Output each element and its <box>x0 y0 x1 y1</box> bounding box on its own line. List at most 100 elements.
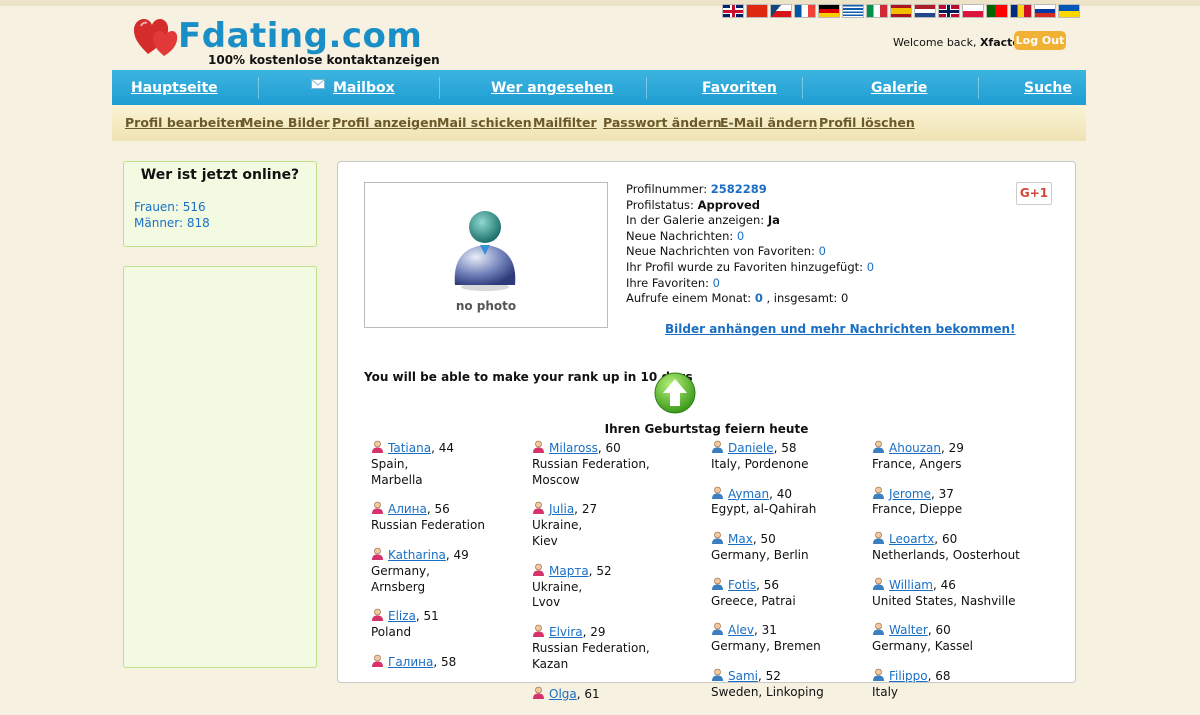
birthday-user-link[interactable]: Ayman <box>728 487 769 501</box>
added-favorites-row: Ihr Profil wurde zu Favoriten hinzugefüg… <box>626 259 875 274</box>
birthday-user-link[interactable]: Elvira <box>549 625 583 639</box>
nav-mailbox[interactable]: Mailbox <box>333 70 395 105</box>
added-favorites-link[interactable]: 0 <box>867 260 874 274</box>
subnav-passwort-aendern[interactable]: Passwort ändern <box>603 105 722 141</box>
views-total: 0 <box>840 291 849 306</box>
birthday-user-location: Russian Federation <box>371 518 485 533</box>
birthday-user-link[interactable]: Галина <box>388 655 433 669</box>
subnav-mail-schicken[interactable]: Mail schicken <box>437 105 532 141</box>
birthday-user-age: 58 <box>781 441 797 455</box>
flag-en-icon[interactable] <box>722 4 744 18</box>
birthday-user-link[interactable]: Ahouzan <box>889 441 941 455</box>
flag-no-icon[interactable] <box>938 4 960 18</box>
profile-number-link[interactable]: 2582289 <box>711 182 767 196</box>
flag-pl-icon[interactable] <box>962 4 984 18</box>
profile-photo-box[interactable]: no photo <box>364 182 608 328</box>
male-user-icon <box>873 486 884 499</box>
flag-ua-icon[interactable] <box>1058 4 1080 18</box>
my-favorites-link[interactable]: 0 <box>713 276 720 290</box>
birthday-user-link[interactable]: Eliza <box>388 609 416 623</box>
birthday-user-link[interactable]: Алина <box>388 502 427 516</box>
birthday-user-link[interactable]: Tatiana <box>388 441 431 455</box>
subnav-profil-loeschen[interactable]: Profil löschen <box>819 105 915 141</box>
birthday-user-link[interactable]: Leoartx <box>889 532 934 546</box>
birthday-user-location: Greece, Patrai <box>711 593 796 608</box>
birthday-user-link[interactable]: Марта <box>549 564 589 578</box>
nav-favoriten[interactable]: Favoriten <box>702 70 777 105</box>
birthday-user-item: Walter, 60 Germany, Kassel <box>872 622 1032 655</box>
birthday-user-city: Marbella <box>371 472 423 487</box>
online-men-link[interactable]: Männer: 818 <box>134 216 210 230</box>
birthday-user-item: Fotis, 56 Greece, Patrai <box>711 577 871 610</box>
flag-ru-icon[interactable] <box>1034 4 1056 18</box>
flag-it-icon[interactable] <box>866 4 888 18</box>
birthday-user-item: Milaross, 60 Russian Federation, Moscow <box>532 440 692 488</box>
birthday-user-link[interactable]: Sami <box>728 669 758 683</box>
birthday-user-location: France, Angers <box>872 456 962 471</box>
rank-message: You will be able to make your rank up in… <box>364 370 693 384</box>
flag-de-icon[interactable] <box>818 4 840 18</box>
profile-number-row: Profilnummer: 2582289 <box>626 182 767 196</box>
birthday-user-age: 49 <box>453 547 469 562</box>
views-month-link[interactable]: 0 <box>755 291 763 305</box>
subnav-mailfilter[interactable]: Mailfilter <box>533 105 597 141</box>
profile-info: Profilnummer: 2582289 Profilstatus: Appr… <box>626 182 874 307</box>
fav-messages-link[interactable]: 0 <box>819 244 826 258</box>
male-user-icon <box>712 440 723 453</box>
birthday-user-link[interactable]: William <box>889 578 933 592</box>
female-user-icon <box>533 624 544 638</box>
online-women-link[interactable]: Frauen: 516 <box>134 200 206 214</box>
birthday-user-item: Katharina, 49 Germany, Arnsberg <box>371 547 531 595</box>
subnav-profil-bearbeiten[interactable]: Profil bearbeiten <box>125 105 244 141</box>
flag-ro-icon[interactable] <box>1010 4 1032 18</box>
birthday-user-location: Sweden, Linkoping <box>711 684 824 699</box>
flag-pt-icon[interactable] <box>986 4 1008 18</box>
birthday-user-age: 51 <box>423 609 439 624</box>
birthday-user-link[interactable]: Katharina <box>388 548 446 562</box>
nav-wer-angesehen[interactable]: Wer angesehen <box>491 70 613 105</box>
flag-gr-icon[interactable] <box>842 4 864 18</box>
nav-galerie[interactable]: Galerie <box>871 70 927 105</box>
birthday-user-link[interactable]: Milaross <box>549 441 598 455</box>
birthday-user-link[interactable]: Julia <box>549 502 574 516</box>
birthday-user-city: Moscow <box>532 472 580 487</box>
birthday-user-link[interactable]: Daniele <box>728 441 774 455</box>
flag-fr-icon[interactable] <box>794 4 816 18</box>
birthday-user-age: 52 <box>765 668 781 683</box>
subnav-meine-bilder[interactable]: Meine Bilder <box>241 105 330 141</box>
flag-es-icon[interactable] <box>890 4 912 18</box>
birthday-user-item: William, 46 United States, Nashville <box>872 577 1032 610</box>
nav-divider <box>802 77 803 99</box>
birthday-user-age: 29 <box>590 625 606 640</box>
rank-up-arrow-icon[interactable] <box>654 372 696 414</box>
subnav-email-aendern[interactable]: E-Mail ändern <box>720 105 817 141</box>
google-plus-button[interactable]: G+1 <box>1016 182 1052 205</box>
female-user-icon <box>372 547 383 560</box>
female-user-icon <box>533 502 544 515</box>
birthday-user-item: Leoartx, 60 Netherlands, Oosterhout <box>872 531 1032 564</box>
birthday-user-link[interactable]: Fotis <box>728 578 756 592</box>
attach-photos-link[interactable]: Bilder anhängen und mehr Nachrichten bek… <box>665 322 1015 336</box>
subnav-profil-anzeigen[interactable]: Profil anzeigen <box>332 105 438 141</box>
birthday-user-location: Ukraine, <box>532 579 583 594</box>
nav-hauptseite[interactable]: Hauptseite <box>131 70 218 105</box>
birthday-user-link[interactable]: Filippo <box>889 669 928 683</box>
welcome-message: Welcome back, Xfactor! <box>893 36 1030 49</box>
flag-zh-icon[interactable] <box>746 4 768 18</box>
birthday-user-link[interactable]: Jerome <box>889 487 931 501</box>
birthday-user-age: 60 <box>941 532 958 547</box>
logout-button[interactable]: Log Out <box>1014 31 1066 50</box>
birthday-user-link[interactable]: Max <box>728 532 753 546</box>
birthday-user-link[interactable]: Alev <box>728 623 754 637</box>
birthday-user-location: Russian Federation, <box>532 640 650 655</box>
birthday-user-age: 50 <box>760 532 776 547</box>
flag-nl-icon[interactable] <box>914 4 936 18</box>
birthday-user-link[interactable]: Walter <box>889 623 928 637</box>
nav-suche[interactable]: Suche <box>1024 70 1072 105</box>
birthday-user-location: Germany, Bremen <box>711 639 821 654</box>
new-messages-link[interactable]: 0 <box>737 229 744 243</box>
flag-cz-icon[interactable] <box>770 4 792 18</box>
birthday-user-location: Germany, Berlin <box>711 547 809 562</box>
birthday-user-link[interactable]: Olga <box>549 687 577 701</box>
birthday-user-item: Sami, 52 Sweden, Linkoping <box>711 668 871 701</box>
